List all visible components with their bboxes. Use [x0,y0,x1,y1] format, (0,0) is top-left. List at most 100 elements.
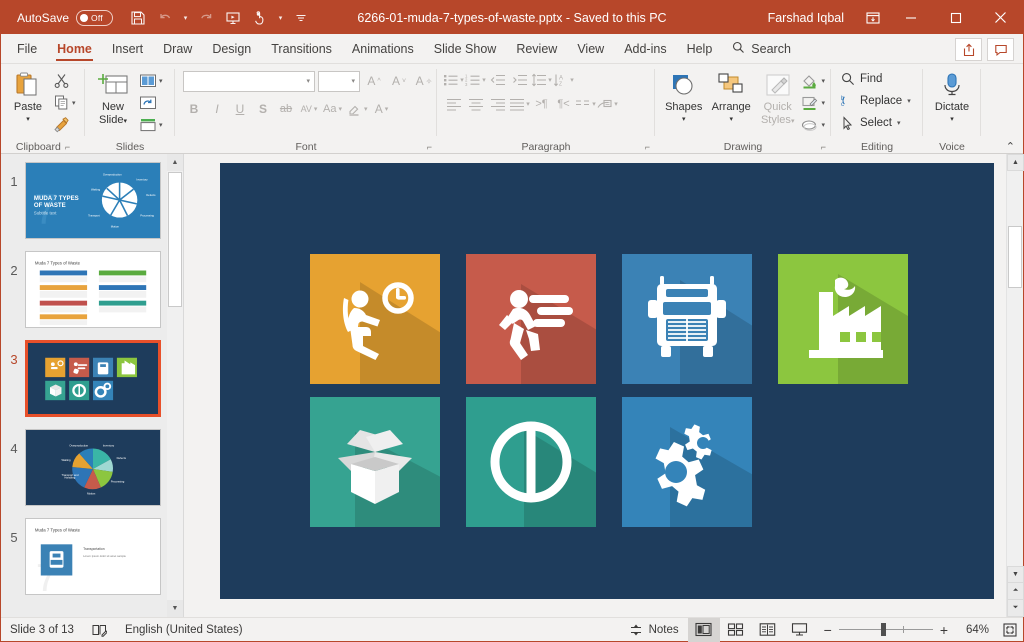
paste-button[interactable]: Paste ▾ [5,68,51,126]
tab-insert[interactable]: Insert [102,35,153,63]
slideshow-view-button[interactable] [784,618,816,642]
format-painter-button[interactable] [51,114,78,135]
canvas-vertical-scrollbar[interactable]: ▲ ▼ ⏶ ⏷ [1006,154,1024,617]
italic-button[interactable]: I [206,98,228,120]
canvas-scroll-up-icon[interactable]: ▲ [1007,154,1024,171]
increase-indent-button[interactable] [509,69,530,91]
tab-animations[interactable]: Animations [342,35,424,63]
shapes-button[interactable]: Shapes ▾ [661,68,707,126]
zoom-slider[interactable] [838,623,933,636]
thumbnail-scrollbar[interactable]: ▲ ▼ [167,154,183,617]
cut-button[interactable] [51,70,78,91]
bold-button[interactable]: B [183,98,205,120]
shape-fill-button[interactable]: ▾ [799,70,827,91]
thumbnail-slide-5[interactable]: 5 Muda 7 Types of Waste 7 Transportation [1,518,183,595]
slide-sorter-view-button[interactable] [720,618,752,642]
text-direction-ltr-button[interactable]: >¶ [531,93,552,115]
tab-slide-show[interactable]: Slide Show [424,35,507,63]
layout-button[interactable]: ▾ [137,70,165,91]
zoom-in-button[interactable]: + [940,622,948,638]
thumbnail-slide-2[interactable]: 2 Muda 7 Types of Waste [1,251,183,328]
user-account-name[interactable]: Farshad Iqbal [768,11,844,25]
reset-button[interactable] [137,92,165,113]
thumbnail-scrollbar-thumb[interactable] [168,172,182,307]
clipboard-dialog-launcher-icon[interactable]: ⌐ [65,142,70,152]
new-slide-button[interactable]: New Slide▾ [89,68,137,128]
zoom-level-label[interactable]: 64% [955,624,989,636]
overprocessing-icon-tile[interactable] [778,254,908,384]
ribbon-display-options-icon[interactable] [858,1,888,34]
font-name-combo[interactable]: ▾ [183,70,315,92]
maximize-button[interactable] [933,1,978,34]
align-center-button[interactable] [465,93,486,115]
save-icon[interactable] [125,6,151,30]
defects-icon-tile[interactable] [466,397,596,527]
bullets-button[interactable]: ▾ [443,69,464,91]
canvas-scroll-down-icon[interactable]: ▼ [1007,566,1024,583]
justify-button[interactable]: ▾ [509,93,530,115]
transportation-icon-tile[interactable] [622,254,752,384]
share-button[interactable] [955,38,982,61]
start-from-beginning-icon[interactable] [220,6,246,30]
touch-mode-dropdown-icon[interactable]: ▾ [274,6,287,30]
text-direction-rtl-button[interactable]: ¶< [553,93,574,115]
shape-effects-button[interactable]: ▾ [799,114,827,135]
quick-styles-button[interactable]: Quick Styles▾ [756,68,800,128]
section-dropdown-icon[interactable]: ▾ [159,121,163,129]
find-button[interactable]: Find [839,68,884,89]
tab-design[interactable]: Design [202,35,261,63]
line-spacing-button[interactable]: ▾ [531,69,552,91]
font-dialog-launcher-icon[interactable]: ⌐ [427,142,432,152]
font-size-combo[interactable]: ▾ [318,70,360,92]
tab-transitions[interactable]: Transitions [261,35,342,63]
layout-dropdown-icon[interactable]: ▾ [159,77,163,85]
autosave-control[interactable]: AutoSave Off [17,9,114,26]
underline-button[interactable]: U [229,98,251,120]
convert-to-smartart-button[interactable]: ▾ [597,93,618,115]
next-slide-icon[interactable]: ⏷ [1007,600,1024,617]
arrange-button[interactable]: Arrange ▾ [707,68,756,126]
thumbnail-scroll-up-icon[interactable]: ▲ [167,154,183,171]
slide-counter[interactable]: Slide 3 of 13 [1,618,83,642]
autosave-toggle[interactable]: Off [76,9,114,26]
character-spacing-button[interactable]: AV ▾ [298,98,320,120]
copy-button[interactable]: ▾ [51,92,78,113]
overproduction-icon-tile[interactable] [622,397,752,527]
customize-qat-icon[interactable] [288,6,314,30]
collapse-ribbon-icon[interactable]: ⌃ [1006,140,1015,153]
text-shadow-button[interactable]: S [252,98,274,120]
copy-dropdown-icon[interactable]: ▾ [72,99,76,107]
language-indicator[interactable]: English (United States) [116,618,252,642]
undo-icon[interactable] [152,6,178,30]
dictate-button[interactable]: Dictate ▾ [929,68,975,126]
motion-icon-tile[interactable] [466,254,596,384]
touch-mode-icon[interactable] [247,6,273,30]
normal-view-button[interactable] [687,617,720,642]
tab-draw[interactable]: Draw [153,35,202,63]
columns-button[interactable]: ▾ [575,93,596,115]
redo-icon[interactable] [193,6,219,30]
thumbnail-scroll-down-icon[interactable]: ▼ [167,600,183,617]
close-button[interactable] [978,1,1023,34]
zoom-out-button[interactable]: − [824,622,832,638]
align-right-button[interactable] [487,93,508,115]
waiting-icon-tile[interactable] [310,254,440,384]
tab-review[interactable]: Review [506,35,567,63]
reading-view-button[interactable] [752,618,784,642]
comments-button[interactable] [987,38,1014,61]
previous-slide-icon[interactable]: ⏶ [1007,583,1024,600]
select-button[interactable]: Select ▾ [839,112,902,133]
text-direction-button[interactable]: A Z ▾ [553,69,574,91]
notes-button[interactable]: Notes [620,618,688,642]
drawing-dialog-launcher-icon[interactable]: ⌐ [821,142,826,152]
spell-check-icon[interactable] [83,618,116,642]
increase-font-size-button[interactable]: A ^ [363,70,385,92]
search-box[interactable]: Search [722,35,801,63]
decrease-indent-button[interactable] [487,69,508,91]
shape-outline-button[interactable]: ▾ [799,92,827,113]
inventory-icon-tile[interactable] [310,397,440,527]
tab-view[interactable]: View [567,35,614,63]
change-case-button[interactable]: Aa ▾ [321,98,344,120]
tab-add-ins[interactable]: Add-ins [614,35,676,63]
replace-dropdown-icon[interactable]: ▾ [907,97,911,105]
